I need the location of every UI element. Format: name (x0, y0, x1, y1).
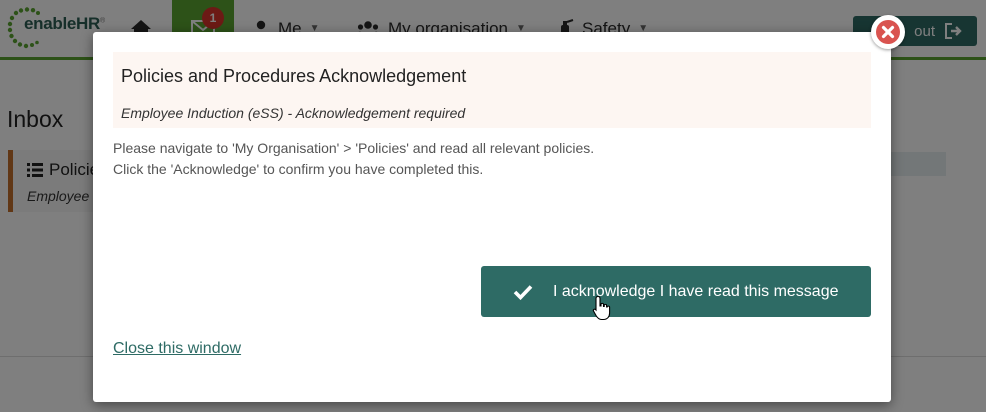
check-icon (513, 282, 533, 302)
dialog-body: Please navigate to 'My Organisation' > '… (113, 138, 594, 180)
dialog-title: Policies and Procedures Acknowledgement (121, 66, 467, 86)
close-icon[interactable] (871, 15, 905, 49)
acknowledge-button[interactable]: I acknowledge I have read this message (481, 266, 871, 317)
dialog-body-line: Click the 'Acknowledge' to confirm you h… (113, 161, 484, 177)
acknowledgement-dialog: Policies and Procedures Acknowledgement … (93, 32, 891, 402)
dialog-body-line: Please navigate to 'My Organisation' > '… (113, 140, 595, 156)
dialog-subtitle: Employee Induction (eSS) - Acknowledgeme… (121, 105, 466, 121)
dialog-header: Policies and Procedures Acknowledgement … (113, 52, 871, 128)
hand-cursor-icon (592, 295, 611, 321)
close-window-link[interactable]: Close this window (113, 340, 241, 358)
